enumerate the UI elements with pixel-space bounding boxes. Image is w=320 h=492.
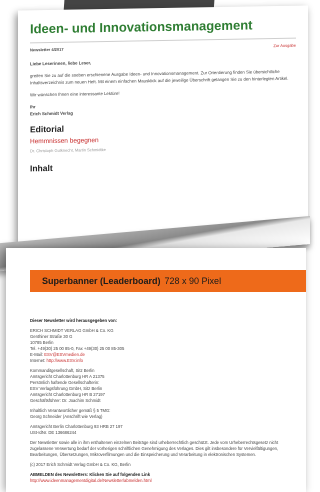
registration-info: Amtsgericht Berlin Charlottenburg 93 HRB… xyxy=(30,424,300,436)
email-label: E-Mail: xyxy=(30,352,44,357)
wish-text: Wir wünschen Ihnen eine interessante Lek… xyxy=(30,90,120,98)
intro-text: Liebe Leserinnen, liebe Leser, greifen S… xyxy=(18,51,308,117)
publisher-address: ERICH SCHMIDT VERLAG GmbH & Co. KG Genth… xyxy=(30,328,300,364)
signature: Erich Schmidt Verlag xyxy=(30,110,73,117)
publisher-phone: Tel. +49(30) 25 00 85-0, Fax +49(30) 25 … xyxy=(30,346,125,351)
copyright-line: (c) 2017 Erich Schmidt Verlag GmbH & Co.… xyxy=(30,462,131,467)
registry-court: Amtsgericht Berlin Charlottenburg 93 HRB… xyxy=(30,424,123,429)
company-line: Kommanditgesellschaft, Sitz Berlin xyxy=(30,368,95,373)
company-line: Amtsgericht Charlottenburg HR A 21375 xyxy=(30,374,105,379)
imprint-section: Dieser Newsletter wird herausgegeben von… xyxy=(30,318,300,488)
responsible-name: Georg Schneider (Anschrift wie Verlag) xyxy=(30,414,103,419)
newsletter-title: Ideen- und Innovationsmanagement xyxy=(30,17,253,37)
website-link[interactable]: http://www.ESV.info xyxy=(47,358,83,363)
vat-id: USt-IdNr. DE 136686244 xyxy=(30,430,77,435)
company-line: Amtsgericht Charlottenburg HR B 27197 xyxy=(30,392,105,397)
publisher-name: ERICH SCHMIDT VERLAG GmbH & Co. KG xyxy=(30,328,114,333)
unsubscribe-link[interactable]: http://www.ideenmanagementdigital.de/New… xyxy=(30,478,152,483)
newsletter-page-bottom: Superbanner (Leaderboard) 728 x 90 Pixel… xyxy=(6,248,306,492)
banner-size: 728 x 90 Pixel xyxy=(164,276,222,286)
issue-label: Newsletter 4/2017 xyxy=(30,46,64,53)
intro-paragraph: greifen Sie zu auf die soeben erschienen… xyxy=(30,68,289,86)
company-line: ESV Verlagsführung GmbH, Sitz Berlin xyxy=(30,386,103,391)
leaderboard-banner[interactable]: Superbanner (Leaderboard) 728 x 90 Pixel xyxy=(30,270,306,292)
email-link[interactable]: ESV@ESVmedien.de xyxy=(44,352,85,357)
greeting: Liebe Leserinnen, liebe Leser, xyxy=(30,60,92,67)
publisher-street: Genthiner Straße 30 G xyxy=(30,334,73,339)
publisher-city: 10785 Berlin xyxy=(30,340,54,345)
responsible-person: Inhaltlich Verantwortlicher gemäß § 5 TM… xyxy=(30,408,300,420)
unsubscribe-section: ABMELDEN des Newsletters: Klicken Sie au… xyxy=(30,472,300,484)
responsible-label: Inhaltlich Verantwortlicher gemäß § 5 TM… xyxy=(30,408,111,413)
imprint-heading: Dieser Newsletter wird herausgegeben von… xyxy=(30,318,118,323)
internet-label: Internet: xyxy=(30,358,46,363)
copyright-note: Der Newsletter sowie alle in ihm enthalt… xyxy=(30,440,279,457)
issue-link[interactable]: Zur Ausgabe xyxy=(273,43,296,48)
company-line: Geschäftsführer: Dr. Joachim Schmidt xyxy=(30,398,101,403)
company-details: Kommanditgesellschaft, Sitz Berlin Amtsg… xyxy=(30,368,300,404)
banner-label: Superbanner (Leaderboard) xyxy=(42,276,161,286)
company-line: Persönlich haftende Gesellschafterin: xyxy=(30,380,100,385)
newsletter-page-top: Ideen- und Innovationsmanagement Newslet… xyxy=(18,5,308,246)
closing: Ihr xyxy=(30,104,36,110)
unsubscribe-label: ABMELDEN des Newsletters: Klicken Sie au… xyxy=(30,472,151,477)
